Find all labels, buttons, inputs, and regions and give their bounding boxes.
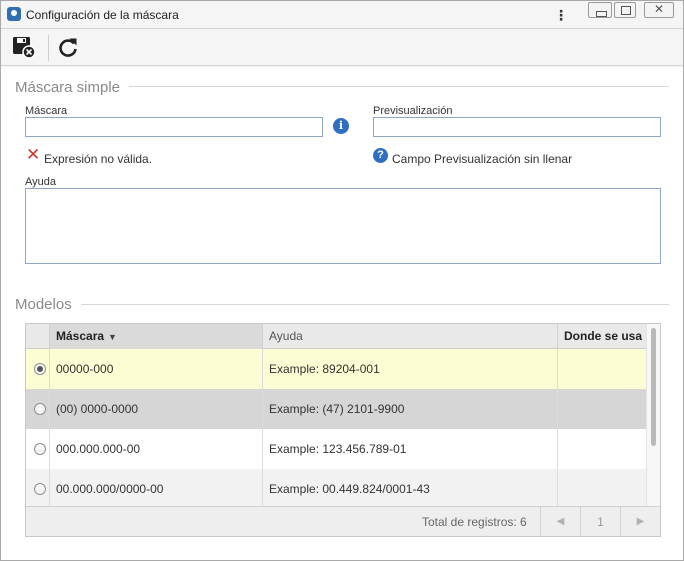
header-help[interactable]: Ayuda: [263, 324, 558, 349]
window-title: Configuración de la máscara: [26, 8, 179, 22]
row-mask: 00.000.000/0000-00: [50, 469, 263, 509]
window-controls: ✕: [588, 2, 676, 18]
close-icon: ✕: [653, 2, 665, 16]
minimize-button[interactable]: [588, 2, 612, 18]
row-radio-cell: [26, 389, 50, 429]
row-where: [558, 389, 646, 429]
info-icon[interactable]: i: [333, 118, 349, 134]
maximize-button[interactable]: [614, 2, 636, 18]
row-radio[interactable]: [34, 363, 46, 375]
row-radio[interactable]: [34, 483, 46, 495]
page-number[interactable]: 1: [580, 507, 620, 536]
row-help: Example: 89204-001: [263, 349, 558, 389]
section-title-simple-mask: Máscara simple: [15, 79, 121, 96]
row-mask: 00000-000: [50, 349, 263, 389]
total-records: Total de registros: 6: [422, 515, 527, 529]
row-mask: (00) 0000-0000: [50, 389, 263, 429]
row-radio[interactable]: [34, 443, 46, 455]
row-radio[interactable]: [34, 403, 46, 415]
grid-header: Máscara ▼ Ayuda Donde se usa: [26, 324, 646, 349]
content-area: Máscara simple Máscara i Previsualizació…: [1, 67, 683, 560]
previous-page-button[interactable]: ◀: [540, 507, 580, 536]
grid-footer: Total de registros: 6 ◀ 1 ▶: [26, 506, 660, 536]
row-help: Example: 123.456.789-01: [263, 429, 558, 469]
refresh-icon: [59, 38, 77, 57]
mask-config-window: Configuración de la máscara ⋮ ✕ Máscara …: [0, 0, 684, 561]
row-where: [558, 349, 646, 389]
row-help: Example: 00.449.824/0001-43: [263, 469, 558, 509]
scroll-thumb[interactable]: [651, 328, 656, 446]
toolbar: [1, 30, 683, 66]
mask-input[interactable]: [25, 117, 323, 137]
row-where: [558, 429, 646, 469]
row-radio-cell: [26, 429, 50, 469]
table-row[interactable]: 000.000.000-00 Example: 123.456.789-01: [26, 429, 646, 469]
table-row[interactable]: 00.000.000/0000-00 Example: 00.449.824/0…: [26, 469, 646, 509]
models-grid: Máscara ▼ Ayuda Donde se usa 00000-000 Ex…: [25, 323, 661, 537]
more-vert-icon[interactable]: ⋮: [554, 7, 568, 23]
row-mask: 000.000.000-00: [50, 429, 263, 469]
app-icon: [7, 7, 21, 21]
preview-message: Campo Previsualización sin llenar: [392, 152, 573, 166]
refresh-button[interactable]: [54, 34, 82, 62]
preview-label: Previsualización: [373, 105, 453, 117]
row-where: [558, 469, 646, 509]
error-message: Expresión no válida.: [44, 152, 153, 166]
chevron-left-icon: ◀: [556, 516, 565, 527]
section-divider: [129, 86, 669, 87]
header-select-column: [26, 324, 50, 349]
section-divider: [81, 304, 669, 305]
save-close-icon: [13, 37, 36, 59]
help-label: Ayuda: [25, 176, 56, 188]
help-icon: ?: [373, 148, 388, 163]
close-button[interactable]: ✕: [644, 2, 674, 18]
help-textarea[interactable]: [25, 188, 661, 264]
grid-scrollbar[interactable]: [646, 324, 660, 506]
chevron-right-icon: ▶: [636, 516, 645, 527]
section-title-models: Modelos: [15, 296, 72, 313]
title-bar: Configuración de la máscara ⋮ ✕: [1, 1, 683, 29]
header-mask[interactable]: Máscara ▼: [50, 324, 263, 349]
table-row[interactable]: 00000-000 Example: 89204-001: [26, 349, 646, 389]
sort-desc-icon: ▼: [108, 332, 117, 342]
toolbar-separator: [48, 35, 49, 61]
mask-label: Máscara: [25, 105, 68, 117]
row-radio-cell: [26, 349, 50, 389]
save-and-close-button[interactable]: [10, 34, 38, 62]
row-radio-cell: [26, 469, 50, 509]
header-mask-label: Máscara: [56, 329, 105, 343]
header-where-used[interactable]: Donde se usa: [558, 324, 646, 349]
table-row[interactable]: (00) 0000-0000 Example: (47) 2101-9900: [26, 389, 646, 429]
error-icon: ✕: [26, 145, 41, 164]
preview-input[interactable]: [373, 117, 661, 137]
row-help: Example: (47) 2101-9900: [263, 389, 558, 429]
next-page-button[interactable]: ▶: [620, 507, 660, 536]
